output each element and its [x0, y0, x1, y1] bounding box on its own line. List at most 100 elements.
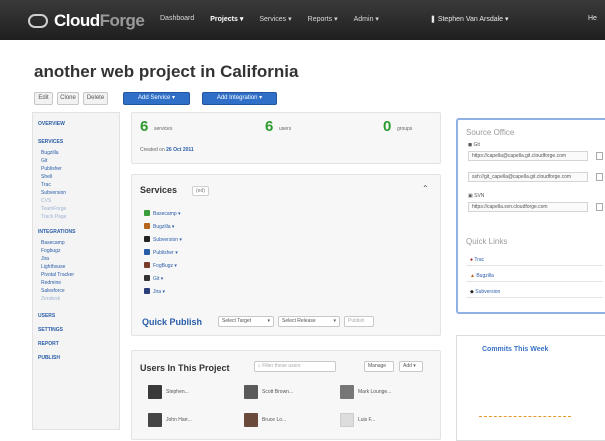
service-git[interactable]: Git ▾ [144, 275, 163, 282]
service-basecamp[interactable]: Basecamp ▾ [144, 210, 181, 217]
quick-link-subversion[interactable]: ◆ Subversion [466, 286, 603, 298]
sidebar-item-trac[interactable]: Trac [41, 182, 51, 188]
copy-icon[interactable] [596, 173, 603, 181]
avatar [340, 413, 354, 427]
service-publisher[interactable]: Publisher ▾ [144, 249, 178, 256]
project-sidebar: OVERVIEW SERVICES Bugzilla Git Publisher… [32, 112, 120, 430]
sidebar-item-shell[interactable]: Shell [41, 174, 52, 180]
add-user-button[interactable]: Add ▾ [399, 361, 423, 372]
edit-button[interactable]: Edit [34, 92, 53, 105]
commits-title: Commits This Week [482, 346, 549, 353]
user-icon: ❚ [430, 16, 438, 23]
nav-services[interactable]: Services ▾ [259, 15, 291, 23]
sidebar-item-jira[interactable]: Jira [41, 256, 49, 262]
service-jira[interactable]: Jira ▾ [144, 288, 165, 295]
copy-icon[interactable] [596, 152, 603, 160]
sidebar-head-publish[interactable]: PUBLISH [38, 355, 60, 361]
sidebar-item-fogbugz[interactable]: Fogbugz [41, 248, 60, 254]
add-integration-button[interactable]: Add Integration ▾ [202, 92, 277, 105]
git-ssh-url[interactable]: ssh://git_capella@capella.git.cloudforge… [468, 172, 588, 182]
created-date: Created on 26 Oct 2011 [140, 147, 194, 153]
clone-button[interactable]: Clone [57, 92, 79, 105]
avatar [148, 385, 162, 399]
jira-icon [144, 288, 150, 294]
svn-label: ▣ SVN [468, 193, 485, 199]
groups-count: 0 [383, 118, 392, 135]
services-title: Services [140, 185, 178, 195]
services-count-label: services [154, 126, 173, 132]
user-filter-input[interactable]: ⌕ Filter these users [254, 361, 336, 372]
users-count: 6 [265, 118, 274, 135]
quick-link-bugzilla[interactable]: ▲ Bugzilla [466, 270, 603, 282]
top-navigation-bar: Cloud Forge Dashboard Projects ▾ Service… [0, 0, 605, 40]
sidebar-head-report[interactable]: REPORT [38, 341, 59, 347]
avatar [340, 385, 354, 399]
user-menu[interactable]: ❚ Stephen Van Arsdale ▾ [430, 15, 509, 23]
sidebar-item-publisher[interactable]: Publisher [41, 166, 62, 172]
quick-publish-label: Quick Publish [142, 317, 203, 327]
sidebar-item-teamforge[interactable]: TeamForge [41, 206, 66, 212]
git-icon [144, 275, 150, 281]
service-bugzilla[interactable]: Bugzilla ▾ [144, 223, 174, 230]
manage-users-button[interactable]: Manage [364, 361, 394, 372]
delete-button[interactable]: Delete [83, 92, 108, 105]
sidebar-item-basecamp[interactable]: Basecamp [41, 240, 65, 246]
user-name: Stephen Van Arsdale ▾ [437, 16, 509, 23]
sidebar-item-pivotal-tracker[interactable]: Pivotal Tracker [41, 272, 74, 278]
sidebar-item-subversion[interactable]: Subversion [41, 190, 66, 196]
sidebar-item-salesforce[interactable]: Salesforce [41, 288, 65, 294]
sidebar-item-redmine[interactable]: Redmine [41, 280, 61, 286]
cloudforge-logo[interactable]: Cloud Forge [28, 11, 145, 31]
sidebar-item-track-page[interactable]: Track Page [41, 214, 66, 220]
services-edit-badge[interactable]: (ed) [192, 186, 209, 196]
users-card: Users In This Project ⌕ Filter these use… [131, 350, 441, 440]
project-stats-card: 6 services 6 users 0 groups Created on 2… [131, 112, 441, 164]
sidebar-item-cvs[interactable]: CVS [41, 198, 51, 204]
user-card[interactable]: Bruce Lo... [244, 413, 286, 427]
sidebar-head-overview[interactable]: OVERVIEW [38, 121, 65, 127]
select-release-dropdown[interactable]: Select Release ▾ [278, 316, 340, 327]
sidebar-item-zendesk[interactable]: Zendesk [41, 296, 60, 302]
quick-link-trac[interactable]: ● Trac [466, 254, 603, 266]
help-menu[interactable]: He [588, 15, 597, 22]
user-card[interactable]: Luis F... [340, 413, 375, 427]
nav-admin[interactable]: Admin ▾ [354, 15, 379, 23]
main-nav: Dashboard Projects ▾ Services ▾ Reports … [160, 15, 379, 23]
avatar [148, 413, 162, 427]
commits-panel: Commits This Week [456, 335, 605, 441]
source-access-panel: Source Office ◼ Git https://capella@cape… [456, 118, 605, 314]
collapse-icon[interactable]: ⌃ [422, 184, 429, 193]
nav-projects[interactable]: Projects ▾ [210, 15, 243, 23]
sidebar-head-settings[interactable]: SETTINGS [38, 327, 63, 333]
groups-count-label: groups [397, 126, 413, 132]
cloud-icon [28, 14, 48, 28]
copy-icon[interactable] [596, 203, 603, 211]
sidebar-item-lighthouse[interactable]: Lighthouse [41, 264, 65, 270]
user-card[interactable]: Mark Lounge... [340, 385, 391, 399]
sidebar-head-services[interactable]: SERVICES [38, 139, 63, 145]
user-card[interactable]: Stephen... [148, 385, 189, 399]
fogbugz-icon [144, 262, 150, 268]
bugzilla-icon [144, 223, 150, 229]
sidebar-item-bugzilla[interactable]: Bugzilla [41, 150, 59, 156]
user-card[interactable]: John Harr... [148, 413, 192, 427]
svn-url[interactable]: https://capella.svn.cloudforge.com [468, 202, 588, 212]
user-card[interactable]: Scott Brown... [244, 385, 293, 399]
service-fogbugz[interactable]: FogBugz ▾ [144, 262, 177, 269]
avatar [244, 413, 258, 427]
select-target-dropdown[interactable]: Select Target ▾ [218, 316, 274, 327]
services-card: Services (ed) ⌃ Basecamp ▾ Bugzilla ▾ Su… [131, 174, 441, 336]
logo-text-cloud: Cloud [54, 11, 100, 30]
nav-reports[interactable]: Reports ▾ [308, 15, 338, 23]
git-https-url[interactable]: https://capella@capella.git.cloudforge.c… [468, 151, 588, 161]
page-title: another web project in California [34, 62, 299, 81]
service-subversion[interactable]: Subversion ▾ [144, 236, 182, 243]
nav-dashboard[interactable]: Dashboard [160, 15, 194, 23]
sidebar-head-integrations[interactable]: INTEGRATIONS [38, 229, 75, 235]
add-service-button[interactable]: Add Service ▾ [123, 92, 190, 105]
sidebar-item-git[interactable]: Git [41, 158, 47, 164]
created-prefix: Created on [140, 147, 165, 153]
commits-chart-line [479, 416, 571, 417]
sidebar-head-users[interactable]: USERS [38, 313, 55, 319]
publish-button[interactable]: Publish [344, 316, 374, 327]
